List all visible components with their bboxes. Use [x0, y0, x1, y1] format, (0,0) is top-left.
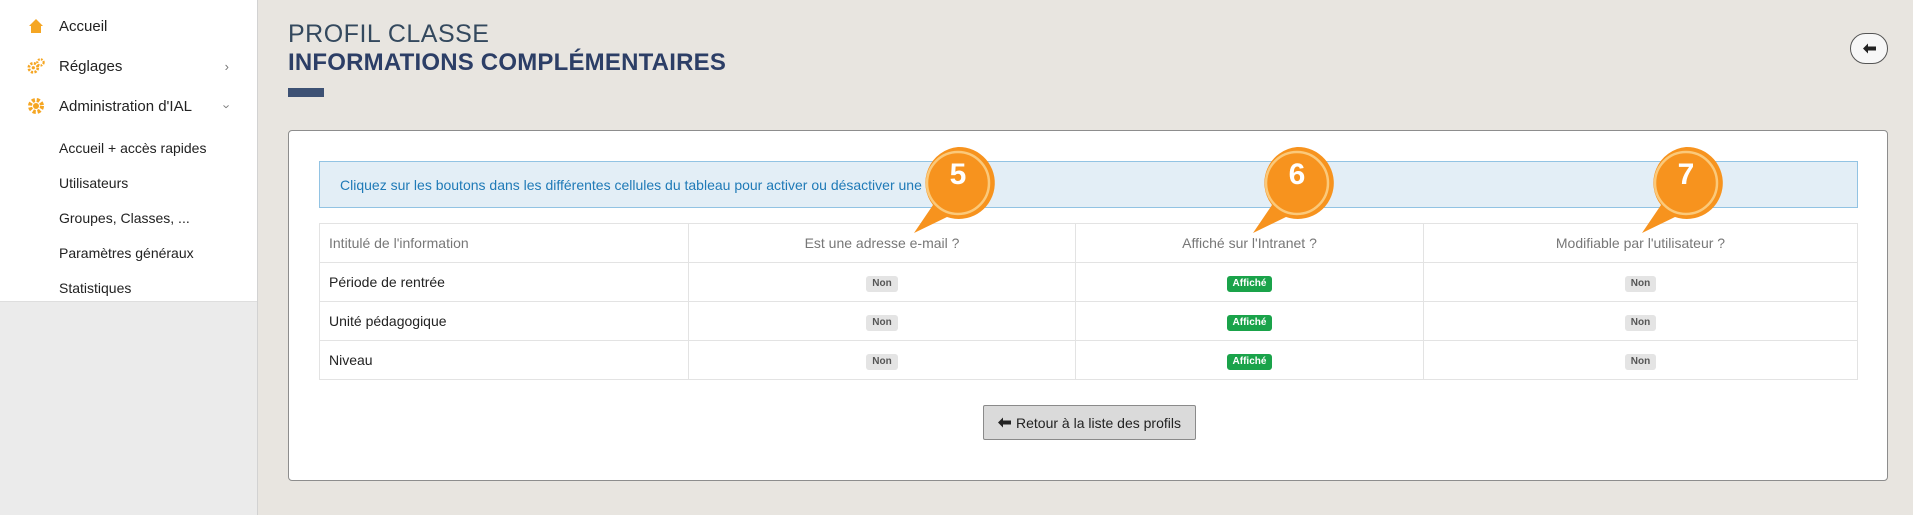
toggle-modifiable-button[interactable]: Non	[1624, 314, 1657, 331]
back-to-profiles-label: Retour à la liste des profils	[1016, 414, 1181, 431]
toggle-email-button[interactable]: Non	[866, 353, 898, 370]
sidebar-subitem-statistiques[interactable]: Statistiques	[0, 270, 257, 305]
row-label: Unité pédagogique	[319, 301, 689, 341]
row-label: Période de rentrée	[319, 262, 689, 302]
arrow-left-icon	[1862, 43, 1876, 54]
sidebar-item-reglages[interactable]: Réglages ›	[0, 46, 257, 86]
sidebar: Accueil Réglages › Administration d'IAL …	[0, 0, 258, 515]
column-header: Est une adresse e-mail ?	[688, 223, 1076, 263]
sidebar-subitem-groupes[interactable]: Groupes, Classes, ...	[0, 200, 257, 235]
callout-5: 5	[906, 145, 1006, 235]
callout-6: 6	[1245, 145, 1345, 235]
page-title: INFORMATIONS COMPLÉMENTAIRES	[288, 49, 727, 76]
sidebar-subitem-accueil-acces[interactable]: Accueil + accès rapides	[0, 130, 257, 165]
callout-number: 6	[1288, 158, 1306, 191]
cell-intranet: Affiché	[1075, 262, 1424, 302]
back-button-top[interactable]	[1850, 33, 1888, 64]
sidebar-item-accueil[interactable]: Accueil	[0, 6, 257, 46]
callout-7: 7	[1634, 145, 1734, 235]
table-row: Période de rentrée Non Affiché Non	[319, 262, 1858, 302]
callout-number: 7	[1677, 158, 1695, 191]
table-row: Unité pédagogique Non Affiché Non	[319, 301, 1858, 341]
gear-icon	[27, 97, 45, 115]
arrow-left-icon	[998, 417, 1012, 428]
chevron-right-icon: ›	[224, 58, 229, 74]
cell-email: Non	[688, 340, 1076, 380]
table-header-row: Intitulé de l'information Est une adress…	[319, 223, 1858, 263]
toggle-modifiable-button[interactable]: Non	[1624, 353, 1657, 370]
toggle-email-button[interactable]: Non	[866, 275, 898, 292]
sidebar-item-label: Réglages	[59, 57, 123, 75]
toggle-intranet-button[interactable]: Affiché	[1226, 353, 1273, 370]
row-label: Niveau	[319, 340, 689, 380]
sidebar-menu: Accueil Réglages › Administration d'IAL …	[0, 0, 257, 302]
gears-icon	[27, 57, 45, 75]
callout-number: 5	[949, 158, 967, 191]
home-icon	[27, 17, 45, 35]
cell-intranet: Affiché	[1075, 340, 1424, 380]
title-underline	[288, 88, 324, 97]
cell-email: Non	[688, 262, 1076, 302]
toggle-intranet-button[interactable]: Affiché	[1226, 275, 1273, 292]
sidebar-item-label: Administration d'IAL	[59, 97, 192, 115]
cell-modifiable: Non	[1423, 340, 1858, 380]
info-table: Intitulé de l'information Est une adress…	[319, 223, 1858, 380]
toggle-modifiable-button[interactable]: Non	[1624, 275, 1657, 292]
chevron-down-icon: ›	[219, 103, 235, 109]
table-row: Niveau Non Affiché Non	[319, 340, 1858, 380]
toggle-intranet-button[interactable]: Affiché	[1226, 314, 1273, 331]
page-subtitle: PROFIL CLASSE	[288, 20, 490, 48]
info-alert: Cliquez sur les boutons dans les différe…	[319, 161, 1858, 208]
toggle-email-button[interactable]: Non	[866, 314, 898, 331]
sidebar-subitem-utilisateurs[interactable]: Utilisateurs	[0, 165, 257, 200]
sidebar-item-administration[interactable]: Administration d'IAL ›	[0, 86, 257, 126]
cell-modifiable: Non	[1423, 301, 1858, 341]
sidebar-item-label: Accueil	[59, 17, 108, 35]
column-header: Intitulé de l'information	[319, 223, 689, 263]
sidebar-subitem-parametres[interactable]: Paramètres généraux	[0, 235, 257, 270]
cell-email: Non	[688, 301, 1076, 341]
cell-intranet: Affiché	[1075, 301, 1424, 341]
cell-modifiable: Non	[1423, 262, 1858, 302]
back-to-profiles-button[interactable]: Retour à la liste des profils	[983, 405, 1196, 440]
